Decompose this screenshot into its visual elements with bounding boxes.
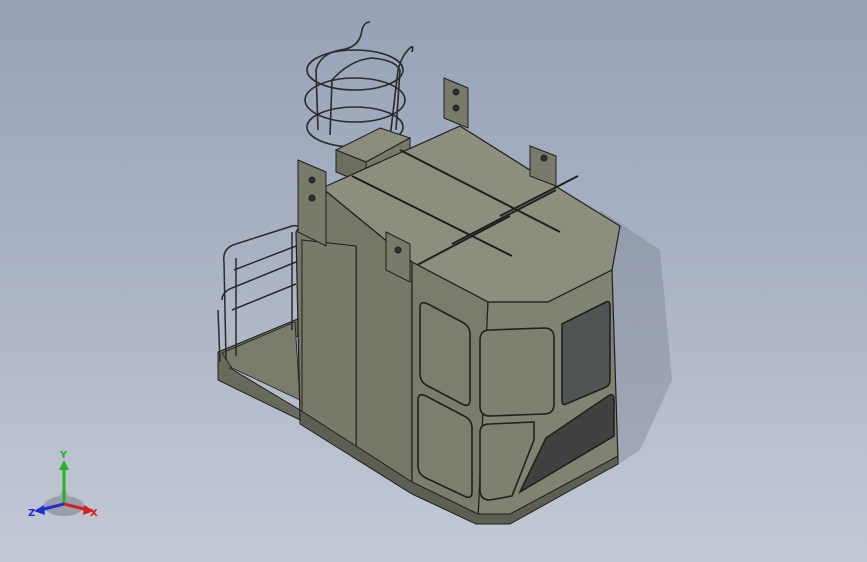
z-axis-arrow	[34, 505, 45, 515]
y-axis-label: Y	[59, 450, 68, 461]
upper-handrail	[304, 21, 414, 148]
cad-viewport[interactable]: Y X Z	[0, 0, 867, 562]
cab-3d-model[interactable]	[0, 0, 867, 562]
x-axis-label: X	[90, 508, 98, 519]
z-axis-label: Z	[28, 508, 35, 519]
axis-triad: Y X Z	[28, 450, 98, 519]
y-axis-arrow	[59, 460, 69, 470]
